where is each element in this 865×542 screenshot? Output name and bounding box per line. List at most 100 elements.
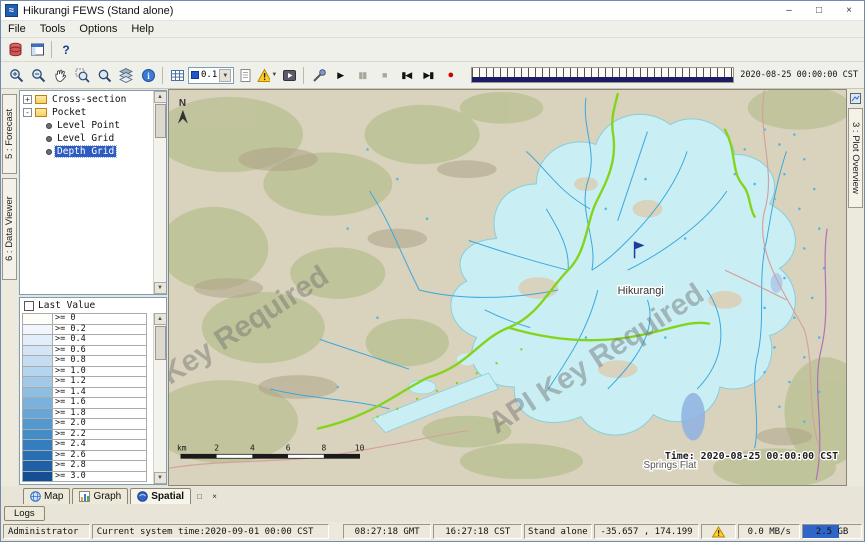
scrollbar-thumb[interactable] <box>155 104 166 138</box>
scroll-up-icon[interactable]: ▲ <box>154 91 167 103</box>
tree-item-level-grid[interactable]: Level Grid <box>20 132 153 145</box>
grid-display-button[interactable] <box>166 65 188 86</box>
bottom-tab-bar: Map Graph Spatial □ × <box>1 486 864 504</box>
svg-text:km: km <box>177 443 187 452</box>
skip-to-end-button[interactable]: ▶▮ <box>417 65 439 86</box>
legend-swatch <box>23 472 53 483</box>
legend-header: Last Value <box>20 298 166 313</box>
time-slider[interactable] <box>471 67 734 83</box>
menu-help[interactable]: Help <box>124 23 161 35</box>
legend-row: >= 2.8 <box>23 461 147 472</box>
status-gmt-time: 08:27:18 GMT <box>343 524 432 539</box>
tab-forecast[interactable]: 5 : Forecast <box>2 94 17 174</box>
menu-options[interactable]: Options <box>72 23 124 35</box>
zoom-previous-button[interactable] <box>93 65 115 86</box>
panel-restore-button[interactable]: □ <box>193 490 206 503</box>
status-mode: Stand alone <box>524 524 592 539</box>
toolbar-separator <box>162 67 163 84</box>
pan-button[interactable] <box>49 65 71 86</box>
database-icon <box>8 42 23 57</box>
skip-end-icon: ▶▮ <box>423 70 433 81</box>
logs-button[interactable]: Logs <box>4 506 45 521</box>
status-system-time: Current system time:2020-09-01 00:00 CST <box>92 524 329 539</box>
time-slider-bar <box>472 77 733 82</box>
legend-label: >= 1.6 <box>53 398 147 409</box>
zoom-in-icon <box>9 68 24 83</box>
menu-file[interactable]: File <box>1 23 33 35</box>
status-memory: 2.5 GB <box>802 524 862 539</box>
layers-tree: + Cross-section - Pocket Level Point <box>20 91 153 294</box>
chart-icon <box>79 491 90 502</box>
warnings-dropdown-button[interactable]: ▼ <box>256 65 278 86</box>
menu-tools[interactable]: Tools <box>33 23 73 35</box>
stop-button[interactable]: ■ <box>373 65 395 86</box>
zoom-in-button[interactable] <box>5 65 27 86</box>
maximize-button[interactable]: □ <box>804 1 834 20</box>
info-button[interactable]: i <box>137 65 159 86</box>
tree-item-level-point[interactable]: Level Point <box>20 119 153 132</box>
menu-bar: File Tools Options Help <box>1 21 864 38</box>
record-button[interactable]: ● <box>439 65 461 86</box>
pause-button[interactable]: ▮▮ <box>351 65 373 86</box>
database-button[interactable] <box>4 39 26 60</box>
legend-swatch <box>23 451 53 462</box>
legend-panel: Last Value >= 0 >= 0.2 >= 0.4 >= 0.6 >= … <box>19 297 167 485</box>
tree-item-depth-grid[interactable]: Depth Grid <box>20 145 153 158</box>
main-toolbar: ? <box>1 38 864 62</box>
map-time-label: Time: 2020-08-25 00:00:00 CST <box>665 450 838 462</box>
tab-spatial[interactable]: Spatial <box>130 488 191 504</box>
tab-map[interactable]: Map <box>23 488 70 504</box>
scroll-down-icon[interactable]: ▼ <box>154 472 167 484</box>
tab-data-viewer[interactable]: 6 : Data Viewer <box>2 178 17 280</box>
explorer-panel-button[interactable] <box>26 39 48 60</box>
toolbar-separator <box>51 41 52 58</box>
tab-label: Spatial <box>151 491 184 502</box>
layer-point-icon <box>46 123 52 129</box>
close-button[interactable]: × <box>834 1 864 20</box>
toolbar-separator <box>303 67 304 84</box>
tree-item-pocket[interactable]: - Pocket <box>20 106 153 119</box>
stop-icon: ■ <box>382 70 386 80</box>
help-button[interactable]: ? <box>55 39 77 60</box>
chevron-down-icon[interactable]: ▼ <box>219 69 231 82</box>
zoom-extent-button[interactable] <box>71 65 93 86</box>
panel-close-button[interactable]: × <box>208 490 221 503</box>
legend-scrollbar[interactable]: ▲ ▼ <box>153 313 166 484</box>
profile-tool-button[interactable] <box>307 65 329 86</box>
tree-scrollbar[interactable]: ▲ ▼ <box>153 91 166 294</box>
current-time-display: 2020-08-25 00:00:00 CST <box>740 70 858 80</box>
legend-row: >= 1.6 <box>23 398 147 409</box>
zoom-out-button[interactable] <box>27 65 49 86</box>
last-value-checkbox[interactable] <box>24 301 34 311</box>
scroll-down-icon[interactable]: ▼ <box>154 282 167 294</box>
explorer-icon <box>30 42 45 57</box>
legend-swatch <box>23 440 53 451</box>
expand-icon[interactable]: + <box>23 95 32 104</box>
legend-row: >= 0.8 <box>23 356 147 367</box>
collapse-icon[interactable]: - <box>23 108 32 117</box>
animation-button[interactable] <box>278 65 300 86</box>
tab-graph[interactable]: Graph <box>72 488 128 504</box>
legend-row: >= 2.0 <box>23 419 147 430</box>
document-button[interactable] <box>234 65 256 86</box>
globe-icon <box>30 491 41 502</box>
tab-plot-overview[interactable]: 3 : Plot Overview <box>848 108 863 208</box>
status-warning-cell[interactable] <box>701 524 736 539</box>
grid-icon <box>170 68 185 83</box>
opacity-dropdown[interactable]: 0.1 ▼ <box>188 67 234 84</box>
legend-label: >= 0 <box>53 314 147 325</box>
zoom-previous-icon <box>97 68 112 83</box>
legend-label: >= 2.4 <box>53 440 147 451</box>
map-view[interactable]: API Key Required API Key Required Hikura… <box>168 89 847 486</box>
tree-item-cross-section[interactable]: + Cross-section <box>20 93 153 106</box>
play-button[interactable]: ▶ <box>329 65 351 86</box>
svg-text:8: 8 <box>321 443 326 452</box>
minimize-button[interactable]: – <box>774 1 804 20</box>
scrollbar-thumb[interactable] <box>155 326 166 360</box>
skip-start-icon: ▮◀ <box>401 70 411 81</box>
skip-to-start-button[interactable]: ▮◀ <box>395 65 417 86</box>
tree-item-label: Level Grid <box>55 133 116 144</box>
scroll-up-icon[interactable]: ▲ <box>154 313 167 325</box>
layers-button[interactable] <box>115 65 137 86</box>
svg-text:2: 2 <box>214 443 219 452</box>
